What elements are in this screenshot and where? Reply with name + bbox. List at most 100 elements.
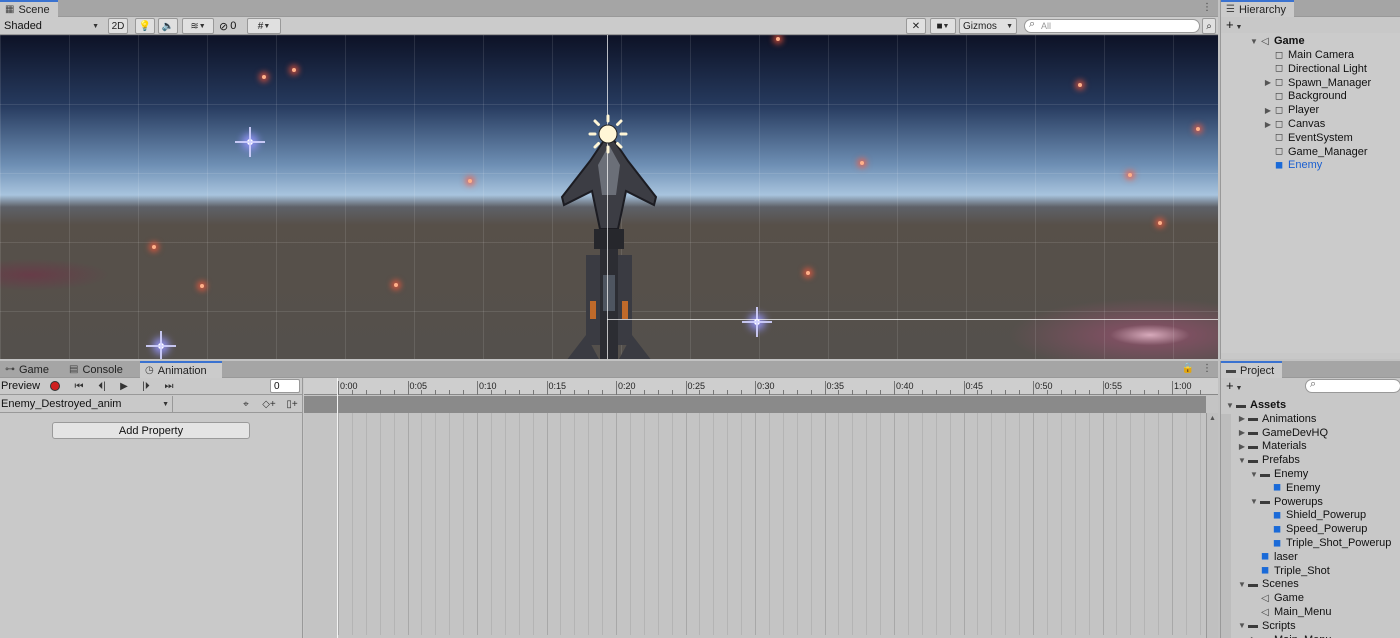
panel-menu-icon[interactable]: ⋮ [1202, 2, 1212, 13]
ruler-major-tick [894, 381, 895, 395]
hierarchy-item-label: Player [1288, 104, 1320, 117]
chevron-right-icon[interactable]: ▶ [1263, 106, 1273, 115]
project-item[interactable]: ▼ ▬ Scenes [1237, 577, 1400, 591]
clip-dropdown[interactable]: Enemy_Destroyed_anim ▼ [1, 396, 173, 412]
toggle-2d-button[interactable]: 2D [108, 18, 128, 34]
chevron-right-icon[interactable]: ▶ [1237, 414, 1247, 423]
project-item-label: Triple_Shot [1274, 564, 1330, 577]
hierarchy-item[interactable]: ◻ Background [1263, 89, 1400, 103]
hierarchy-item[interactable]: ◼ Enemy [1263, 158, 1400, 172]
chevron-down-icon[interactable]: ▼ [1237, 621, 1247, 630]
tab-game[interactable]: ⊶ Game [0, 361, 62, 378]
project-item[interactable]: ◼ Enemy [1261, 481, 1400, 495]
project-item[interactable]: ◁ Main_Menu [1249, 605, 1400, 619]
chevron-right-icon[interactable]: ▶ [1263, 120, 1273, 129]
timeline-grid-line [1130, 413, 1132, 635]
next-key-button[interactable]: |⏵ [136, 378, 156, 394]
enemy-ship-sprite[interactable] [556, 125, 662, 359]
add-keyframe-button[interactable]: ◇+ [260, 396, 278, 412]
create-button[interactable]: + ▼ [1226, 17, 1242, 32]
lighting-toggle-button[interactable]: 💡 [135, 18, 155, 34]
project-search-input[interactable] [1305, 378, 1400, 393]
hierarchy-item[interactable]: ◻ Main Camera [1263, 48, 1400, 62]
chevron-down-icon: ▼ [1233, 385, 1243, 392]
project-item[interactable]: ▼ ▬ Enemy [1249, 467, 1400, 481]
scene-search-input[interactable]: All [1024, 18, 1200, 33]
project-item[interactable]: ◼ Shield_Powerup [1261, 508, 1400, 522]
filter-keyframes-button[interactable]: ⌖ [238, 396, 254, 412]
scroll-up-icon[interactable]: ▲ [1209, 415, 1216, 422]
project-item[interactable]: ◁ Game [1249, 591, 1400, 605]
scene-viewport[interactable] [0, 35, 1218, 359]
project-item[interactable]: ▶▬Main_Menu [1249, 633, 1400, 638]
record-button[interactable] [46, 378, 64, 394]
list-icon: ☰ [1226, 4, 1235, 15]
play-button[interactable]: ▶ [114, 378, 134, 394]
last-key-button[interactable]: ⏭ [158, 378, 180, 394]
timeline-scrollbar[interactable]: ▲ [1206, 413, 1218, 638]
chevron-down-icon[interactable]: ▼ [1237, 456, 1247, 465]
add-event-button[interactable]: ▯+ [284, 396, 300, 412]
project-item[interactable]: ▶ ▬ Animations [1237, 412, 1400, 426]
hierarchy-item[interactable]: ▶ ◻ Canvas [1263, 117, 1400, 131]
chevron-down-icon[interactable]: ▼ [1249, 497, 1259, 506]
camera-settings-button[interactable]: ■ ▼ [930, 18, 956, 34]
tab-hierarchy[interactable]: ☰ Hierarchy [1221, 0, 1295, 17]
search-options-button[interactable]: ⌕ [1202, 18, 1216, 34]
panel-menu-icon[interactable]: ⋮ [1202, 363, 1212, 374]
ruler-major-tick [824, 381, 826, 395]
project-item[interactable]: ▼ ▬ Prefabs [1237, 453, 1400, 467]
project-item[interactable]: ◼ Triple_Shot_Powerup [1261, 536, 1400, 550]
playhead-line[interactable] [337, 378, 338, 638]
hierarchy-item[interactable]: ▶ ◻ Spawn_Manager [1263, 76, 1400, 90]
chevron-right-icon[interactable]: ▶ [1263, 78, 1273, 87]
project-scrollbar[interactable] [1221, 414, 1231, 638]
sun-icon[interactable] [588, 114, 628, 154]
frame-field[interactable]: 0 [270, 379, 300, 393]
project-item[interactable]: ▶ ▬ GameDevHQ [1237, 426, 1400, 440]
project-item-label: Animations [1262, 412, 1317, 425]
chevron-down-icon: ▼ [263, 22, 271, 30]
animation-timeline[interactable]: 0:00 0:05 0:10 0:15 0:20 0:25 0:30 0:35 0:40 0:45… [304, 378, 1218, 638]
project-item[interactable]: ◼ Triple_Shot [1249, 564, 1400, 578]
grid-snap-button[interactable]: # ▼ [247, 18, 281, 34]
first-key-button[interactable]: ⏮ [68, 378, 90, 394]
tab-animation[interactable]: ◷ Animation [140, 361, 222, 378]
timeline-grid-line [435, 413, 437, 635]
ruler-major-tick [616, 381, 617, 395]
effects-toggle-button[interactable]: ≋ ▼ [182, 18, 214, 34]
tools-button[interactable]: ✕ [906, 18, 926, 34]
ruler-time-label: 1:00 [1174, 381, 1192, 391]
timeline-keyframe-area[interactable] [304, 413, 1206, 638]
audio-toggle-button[interactable]: 🔈 [158, 18, 178, 34]
tab-project[interactable]: ▬ Project [1221, 361, 1283, 378]
preview-toggle[interactable]: Preview [1, 378, 43, 394]
chevron-down-icon[interactable]: ▼ [1249, 470, 1259, 479]
shading-mode-dropdown[interactable]: Shaded ▼ [2, 18, 101, 34]
project-item[interactable]: ▼ ▬ Powerups [1249, 495, 1400, 509]
create-button[interactable]: + ▼ [1226, 378, 1242, 393]
chevron-down-icon[interactable]: ▼ [1225, 401, 1235, 410]
hierarchy-item[interactable]: ▶ ◻ Player [1263, 103, 1400, 117]
add-property-button[interactable]: Add Property [52, 422, 250, 439]
chevron-right-icon[interactable]: ▶ [1237, 428, 1247, 437]
hidden-objects-toggle[interactable]: ⊘ 0 [219, 18, 236, 34]
chevron-down-icon[interactable]: ▼ [1237, 580, 1247, 589]
hierarchy-item[interactable]: ◻ Directional Light [1263, 62, 1400, 76]
chevron-right-icon[interactable]: ▶ [1237, 442, 1247, 451]
timeline-ruler[interactable]: 0:00 0:05 0:10 0:15 0:20 0:25 0:30 0:35 0:40 0:45… [304, 378, 1218, 395]
project-item[interactable]: ▼ ▬ Assets [1225, 398, 1400, 412]
project-item[interactable]: ◼ laser [1249, 550, 1400, 564]
gizmos-dropdown[interactable]: Gizmos ▼ [959, 18, 1017, 34]
hierarchy-item[interactable]: ◻ Game_Manager [1263, 145, 1400, 159]
tab-scene[interactable]: ▦ Scene [0, 0, 58, 17]
project-item[interactable]: ◼ Speed_Powerup [1261, 522, 1400, 536]
lock-icon[interactable]: 🔒 [1182, 363, 1194, 374]
ruler-major-tick [685, 381, 687, 395]
hierarchy-scene-root[interactable]: ▼ ◁ Game [1249, 34, 1400, 48]
previous-key-button[interactable]: ⏴| [92, 378, 112, 394]
tab-console[interactable]: ▤ Console [64, 361, 138, 378]
project-item[interactable]: ▼ ▬ Scripts [1237, 619, 1400, 633]
project-item[interactable]: ▶ ▬ Materials [1237, 439, 1400, 453]
hierarchy-item[interactable]: ◻ EventSystem [1263, 131, 1400, 145]
